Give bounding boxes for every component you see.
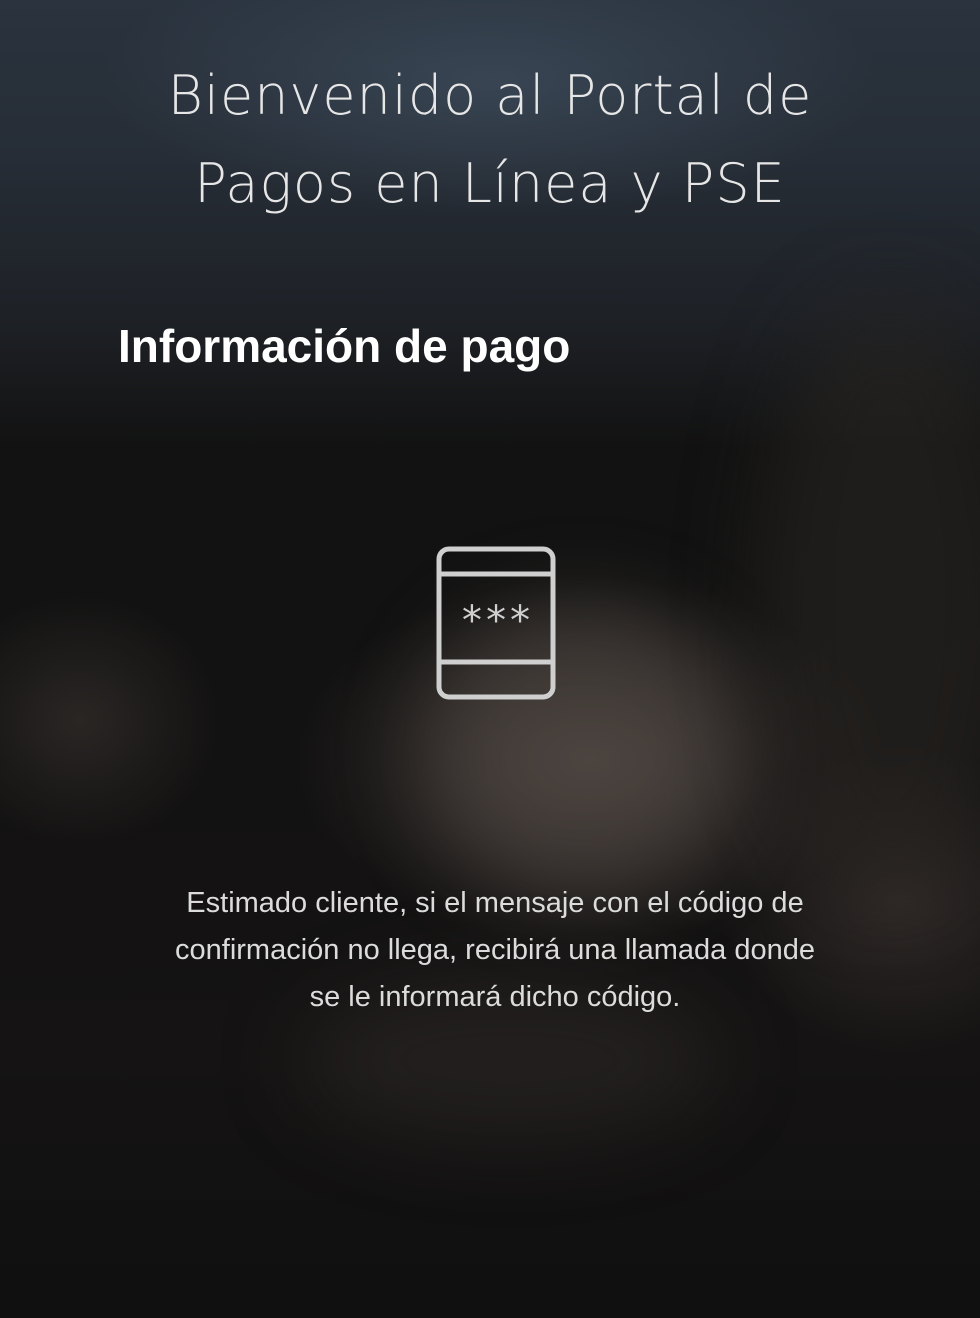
info-message-line-3: se le informará dicho código. <box>309 981 681 1013</box>
page-title-line-2: Pagos en Línea y PSE <box>194 152 786 215</box>
section-title: Información de pago <box>118 320 571 372</box>
main-content: Bienvenido al Portal de Pagos en Línea y… <box>0 0 980 1318</box>
page-title-line-1: Bienvenido al Portal de <box>167 64 813 127</box>
code-mask-text: *** <box>460 598 532 644</box>
info-message-line-1: Estimado cliente, si el mensaje con el c… <box>186 887 804 919</box>
phone-code-icon: *** <box>436 546 556 700</box>
info-message: Estimado cliente, si el mensaje con el c… <box>110 880 880 1021</box>
page-title: Bienvenido al Portal de Pagos en Línea y… <box>0 52 980 228</box>
payment-portal-page: Bienvenido al Portal de Pagos en Línea y… <box>0 0 980 1318</box>
info-message-line-2: confirmación no llega, recibirá una llam… <box>175 934 815 966</box>
